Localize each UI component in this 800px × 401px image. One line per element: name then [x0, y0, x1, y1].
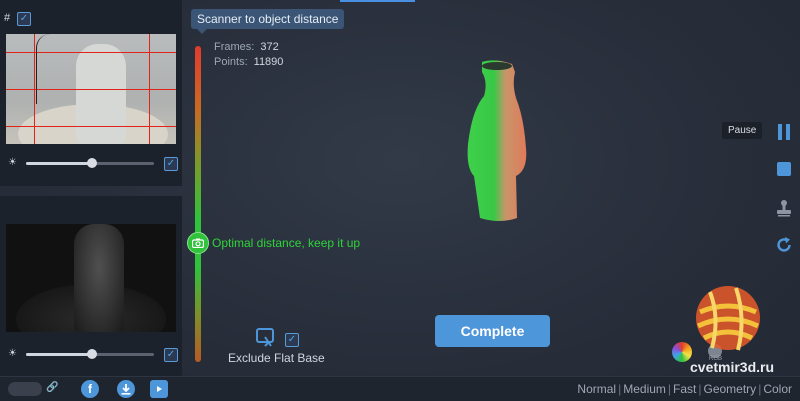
points-label: Points:	[214, 56, 248, 68]
rgb-camera-preview	[6, 34, 176, 144]
scanner-device-icon	[8, 382, 42, 396]
footer-bar: 🔗 f Normal | Medium | Fast | Geometry | Color	[0, 376, 800, 401]
rgb-brightness-slider[interactable]	[26, 158, 154, 168]
watermark-text: cvetmir3d.ru	[690, 359, 775, 375]
ir-brightness-slider[interactable]	[26, 349, 154, 359]
download-icon[interactable]	[117, 380, 135, 398]
refresh-icon[interactable]	[774, 235, 794, 255]
grid-toggle-label: #	[4, 12, 11, 24]
frames-label: Frames:	[214, 41, 255, 53]
slider-knob[interactable]	[87, 349, 97, 359]
distance-status: Optimal distance, keep it up	[212, 236, 361, 250]
distance-gauge	[195, 46, 201, 362]
mode-color[interactable]: Color	[763, 382, 792, 396]
brightness-icon: ☀	[8, 348, 17, 359]
guide-line-h3	[6, 126, 176, 127]
mode-separator: |	[758, 382, 762, 396]
mode-medium[interactable]: Medium	[623, 382, 666, 396]
mode-fast[interactable]: Fast	[673, 382, 696, 396]
mode-geometry[interactable]: Geometry	[704, 382, 757, 396]
scan-stats: Frames: 372 Points: 11890	[214, 40, 283, 70]
scanned-model[interactable]	[460, 58, 530, 224]
color-wheel-icon[interactable]	[672, 342, 692, 362]
mode-separator: |	[698, 382, 702, 396]
points-value: 11890	[253, 56, 284, 68]
brightness-icon: ☀	[8, 157, 17, 168]
guide-line-h1	[6, 52, 176, 53]
mode-separator: |	[618, 382, 622, 396]
slider-fill	[26, 353, 92, 356]
mode-separator: |	[667, 382, 672, 396]
slider-fill	[26, 162, 92, 165]
grid-toggle-checkbox[interactable]: ✓	[17, 12, 31, 26]
rgb-auto-checkbox[interactable]: ✓	[164, 157, 178, 171]
guide-line-v2	[149, 34, 150, 144]
ir-auto-checkbox[interactable]: ✓	[164, 348, 178, 362]
ir-subject-object	[74, 224, 124, 332]
mode-links: Normal | Medium | Fast | Geometry | Color	[577, 382, 792, 396]
camera-icon	[187, 232, 209, 254]
ir-camera-panel: ☀ ✓	[0, 196, 182, 376]
frames-value: 372	[260, 41, 279, 53]
guide-line-v1	[34, 34, 35, 144]
exclude-base-icon[interactable]	[256, 328, 278, 353]
pause-icon[interactable]	[774, 122, 794, 142]
rgb-camera-panel: # ✓ ☀ ✓	[0, 0, 182, 186]
preview-cable	[36, 34, 51, 104]
progress-indicator	[340, 0, 415, 2]
mode-normal[interactable]: Normal	[577, 382, 616, 396]
complete-button[interactable]: Complete	[435, 315, 550, 347]
ir-camera-preview	[6, 224, 176, 332]
distance-tooltip: Scanner to object distance	[191, 9, 345, 34]
slider-knob[interactable]	[87, 158, 97, 168]
watermark-logo	[696, 286, 760, 351]
video-tutorial-icon[interactable]	[150, 380, 168, 398]
exclude-base-label: Exclude Flat Base	[228, 351, 325, 365]
stop-icon[interactable]	[774, 159, 794, 179]
stamp-icon[interactable]	[774, 198, 794, 218]
exclude-base-checkbox[interactable]: ✓	[285, 333, 299, 347]
preview-subject-object	[76, 44, 126, 144]
pause-tooltip: Pause	[722, 122, 763, 139]
connection-link-icon: 🔗	[46, 382, 59, 393]
guide-line-h2	[6, 89, 176, 90]
facebook-icon[interactable]: f	[81, 380, 99, 398]
